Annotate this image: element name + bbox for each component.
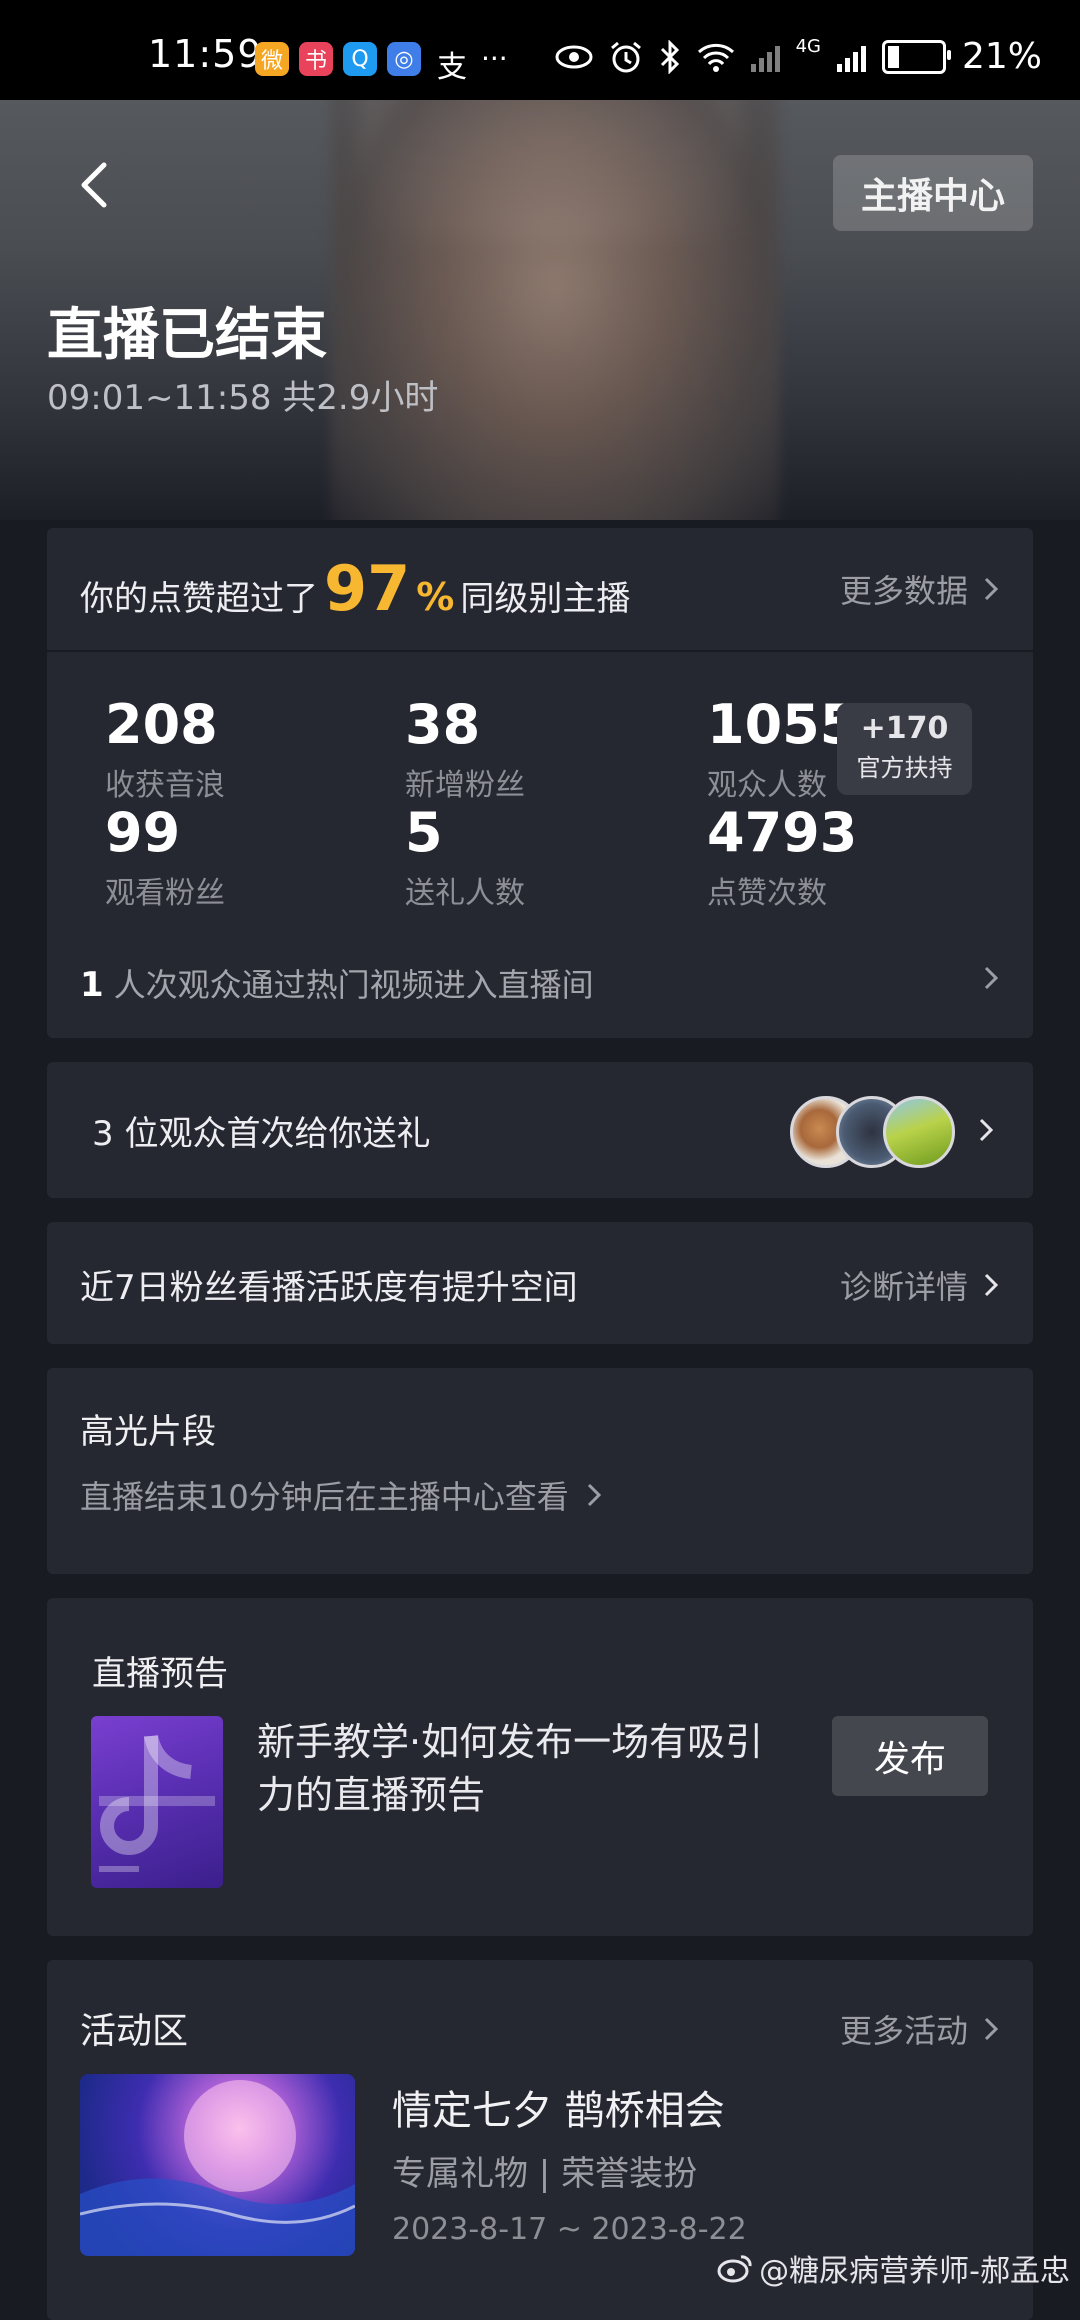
battery-percent: 21%: [961, 36, 1042, 77]
stat-gifters: 5 送礼人数: [405, 806, 525, 912]
gifter-avatars: [790, 1096, 955, 1168]
watermark-text: @糖尿病营养师-郝孟忠: [759, 2254, 1070, 2289]
weibo-icon: 微: [255, 42, 289, 76]
status-time: 11:59: [148, 32, 263, 76]
event-date-range: 2023-8-17 ~ 2023-8-22: [392, 2212, 747, 2247]
chevron-right-icon: [587, 1483, 601, 1507]
stat-value: 99: [105, 801, 181, 864]
fan-activity-text: 近7日粉丝看播活跃度有提升空间: [80, 1268, 578, 1308]
preview-tutorial-thumbnail[interactable]: [91, 1716, 223, 1888]
weibo-logo-icon: [717, 2255, 752, 2283]
diagnosis-details-label: 诊断详情: [839, 1268, 968, 1306]
stat-value: 4793: [707, 801, 858, 864]
more-data-label: 更多数据: [839, 572, 968, 610]
stat-value: 1055: [707, 693, 858, 756]
stat-value: 208: [105, 693, 218, 756]
hot-video-entry-row[interactable]: 1 人次观众通过热门视频进入直播间: [80, 960, 1000, 1006]
like-percent-sign: %: [416, 575, 455, 619]
browser-icon: ◎: [387, 42, 421, 76]
like-percent: 97: [324, 552, 411, 625]
live-time-range: 09:01~11:58 共2.9小时: [47, 378, 439, 418]
stat-label: 新增粉丝: [405, 768, 525, 803]
event-subtitle: 专属礼物 | 荣誉装扮: [392, 2154, 698, 2194]
signal-icon-2: [836, 42, 866, 72]
stat-label: 送礼人数: [405, 876, 525, 911]
preview-tutorial-text[interactable]: 新手教学·如何发布一场有吸引力的直播预告: [257, 1716, 797, 1822]
search-app-icon: Q: [343, 42, 377, 76]
signal-icon-1: [750, 42, 780, 72]
live-summary-card: 你的点赞超过了 97 % 同级别主播 更多数据 208 收获音浪 38 新增粉丝…: [47, 528, 1033, 1038]
more-data-link[interactable]: 更多数据: [840, 566, 1000, 612]
live-preview-title: 直播预告: [92, 1654, 228, 1694]
stat-label: 点赞次数: [707, 876, 827, 911]
highlights-subtitle-text: 直播结束10分钟后在主播中心查看: [80, 1478, 569, 1516]
back-arrow-icon: [81, 162, 107, 208]
fan-activity-card[interactable]: 近7日粉丝看播活跃度有提升空间 诊断详情: [47, 1222, 1033, 1344]
stat-label: 收获音浪: [105, 768, 225, 803]
chevron-right-icon: [984, 577, 999, 601]
cover-image-face: [330, 100, 780, 520]
stat-new-fans: 38 新增粉丝: [405, 698, 525, 804]
status-bar: 11:59 微 书 Q ◎ 支 ··· 4G 21%: [0, 0, 1080, 100]
weibo-watermark: @糖尿病营养师-郝孟忠: [717, 2246, 1070, 2290]
highlights-title: 高光片段: [80, 1412, 216, 1452]
tiktok-logo-icon: [99, 1734, 215, 1872]
more-activities-link[interactable]: 更多活动: [840, 2006, 1000, 2052]
status-right: 4G 21%: [555, 36, 1042, 77]
alarm-icon: [610, 41, 641, 72]
network-label: 4G: [795, 36, 821, 57]
publish-button[interactable]: 发布: [832, 1716, 988, 1796]
official-support-label: 官方扶持: [856, 754, 953, 782]
alipay-icon: 支: [437, 50, 467, 85]
anchor-center-button[interactable]: 主播中心: [833, 155, 1033, 231]
first-gift-text: 3 位观众首次给你送礼: [92, 1114, 431, 1154]
diagnosis-details-link[interactable]: 诊断详情: [840, 1262, 1000, 1308]
highlights-subtitle: 直播结束10分钟后在主播中心查看: [80, 1472, 603, 1518]
qixi-banner-graphic: [80, 2080, 355, 2256]
like-ranking-row: 你的点赞超过了 97 % 同级别主播 更多数据: [47, 528, 1033, 652]
stat-label: 观看粉丝: [105, 876, 225, 911]
chevron-right-icon: [984, 1273, 999, 1297]
reader-icon: 书: [299, 42, 333, 76]
first-gift-card[interactable]: 3 位观众首次给你送礼: [47, 1062, 1033, 1198]
highlights-card[interactable]: 高光片段 直播结束10分钟后在主播中心查看: [47, 1368, 1033, 1574]
chevron-right-icon: [984, 966, 999, 990]
event-banner-image[interactable]: [80, 2074, 355, 2256]
stat-value: 5: [405, 801, 443, 864]
more-activities-label: 更多活动: [839, 2012, 968, 2050]
more-notifications-icon: ···: [481, 42, 508, 75]
stat-likes: 4793 点赞次数: [707, 806, 857, 912]
official-support-value: +170: [860, 711, 949, 746]
hot-video-text: 人次观众通过热门视频进入直播间: [113, 966, 594, 1004]
stat-label: 观众人数: [707, 768, 827, 803]
chevron-right-icon: [979, 1118, 994, 1142]
stat-sound-waves: 208 收获音浪: [105, 698, 225, 804]
notification-icons: 微 书 Q ◎ 支 ···: [255, 42, 508, 86]
stat-value: 38: [405, 693, 481, 756]
battery-icon: [881, 39, 951, 74]
like-prefix: 你的点赞超过了: [80, 579, 318, 619]
eye-icon: [555, 45, 593, 68]
wifi-icon: [697, 43, 734, 72]
page-title: 直播已结束: [47, 303, 327, 368]
avatar: [883, 1096, 955, 1168]
stat-watching-fans: 99 观看粉丝: [105, 806, 225, 912]
stat-viewers: 1055 观众人数: [707, 698, 857, 804]
official-support-badge: +170 官方扶持: [837, 703, 972, 795]
like-ranking-text: 你的点赞超过了 97 % 同级别主播: [80, 558, 630, 620]
activities-title: 活动区: [80, 2011, 189, 2052]
back-button[interactable]: [70, 155, 120, 215]
event-title[interactable]: 情定七夕 鹊桥相会: [392, 2078, 725, 2136]
chevron-right-icon: [984, 2017, 999, 2041]
hot-video-count: 1: [80, 965, 104, 1005]
live-preview-card: 直播预告 新手教学·如何发布一场有吸引力的直播预告 发布: [47, 1598, 1033, 1936]
like-suffix: 同级别主播: [460, 579, 631, 619]
bluetooth-icon: [660, 39, 679, 74]
